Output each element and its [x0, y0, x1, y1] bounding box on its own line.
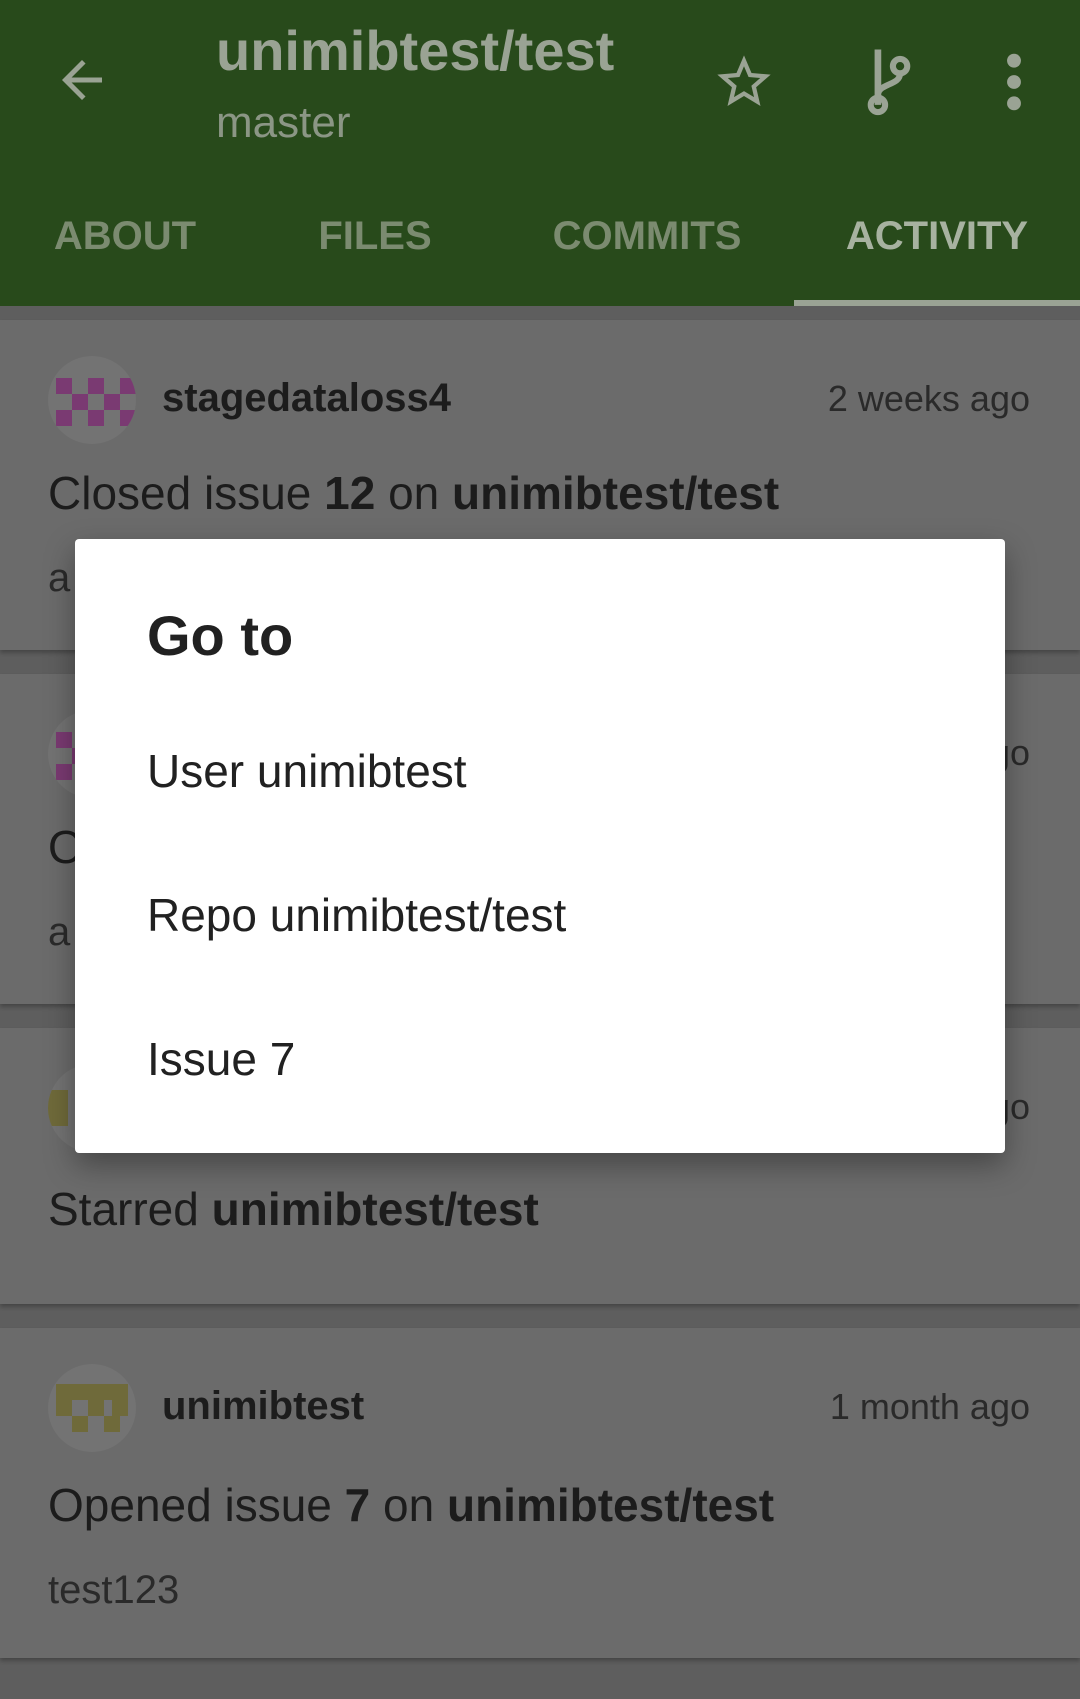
list-item[interactable]: unimibtest 1 month ago Opened issue 7 on… [0, 1328, 1080, 1658]
branch-subtitle: master [216, 98, 351, 147]
tab-activity[interactable]: ACTIVITY [794, 196, 1080, 306]
tab-about[interactable]: ABOUT [0, 196, 250, 306]
timestamp: 2 weeks ago [827, 378, 1030, 419]
dialog-item-issue[interactable]: Issue 7 [75, 994, 1005, 1124]
activity-detail: a [48, 556, 71, 600]
tab-bar: ABOUT FILES COMMITS ACTIVITY [0, 196, 1080, 306]
tab-commits[interactable]: COMMITS [500, 196, 794, 306]
star-outline-icon[interactable] [712, 50, 776, 114]
activity-detail: a [48, 910, 71, 954]
username: stagedataloss4 [162, 376, 452, 420]
dialog-title: Go to [147, 604, 294, 667]
activity-detail: test123 [48, 1568, 180, 1612]
git-branch-icon[interactable] [866, 44, 912, 116]
dialog-item-user[interactable]: User unimibtest [75, 706, 1005, 836]
activity-text: Closed issue 12 on unimibtest/test [48, 467, 780, 519]
tab-files[interactable]: FILES [250, 196, 500, 306]
avatar [48, 1364, 136, 1452]
username: unimibtest [162, 1384, 365, 1428]
repo-title: unimibtest/test [216, 19, 615, 82]
avatar [48, 356, 136, 444]
back-arrow-icon[interactable] [52, 50, 112, 110]
more-vert-icon[interactable] [1000, 50, 1028, 114]
goto-dialog: Go to User unimibtest Repo unimibtest/te… [75, 539, 1005, 1153]
dialog-item-repo[interactable]: Repo unimibtest/test [75, 850, 1005, 980]
activity-text: Opened issue 7 on unimibtest/test [48, 1479, 775, 1531]
activity-text: Starred unimibtest/test [48, 1183, 539, 1235]
timestamp: 1 month ago [829, 1386, 1030, 1427]
app-bar: unimibtest/test master ABOUT FILES COMMI… [0, 0, 1080, 306]
